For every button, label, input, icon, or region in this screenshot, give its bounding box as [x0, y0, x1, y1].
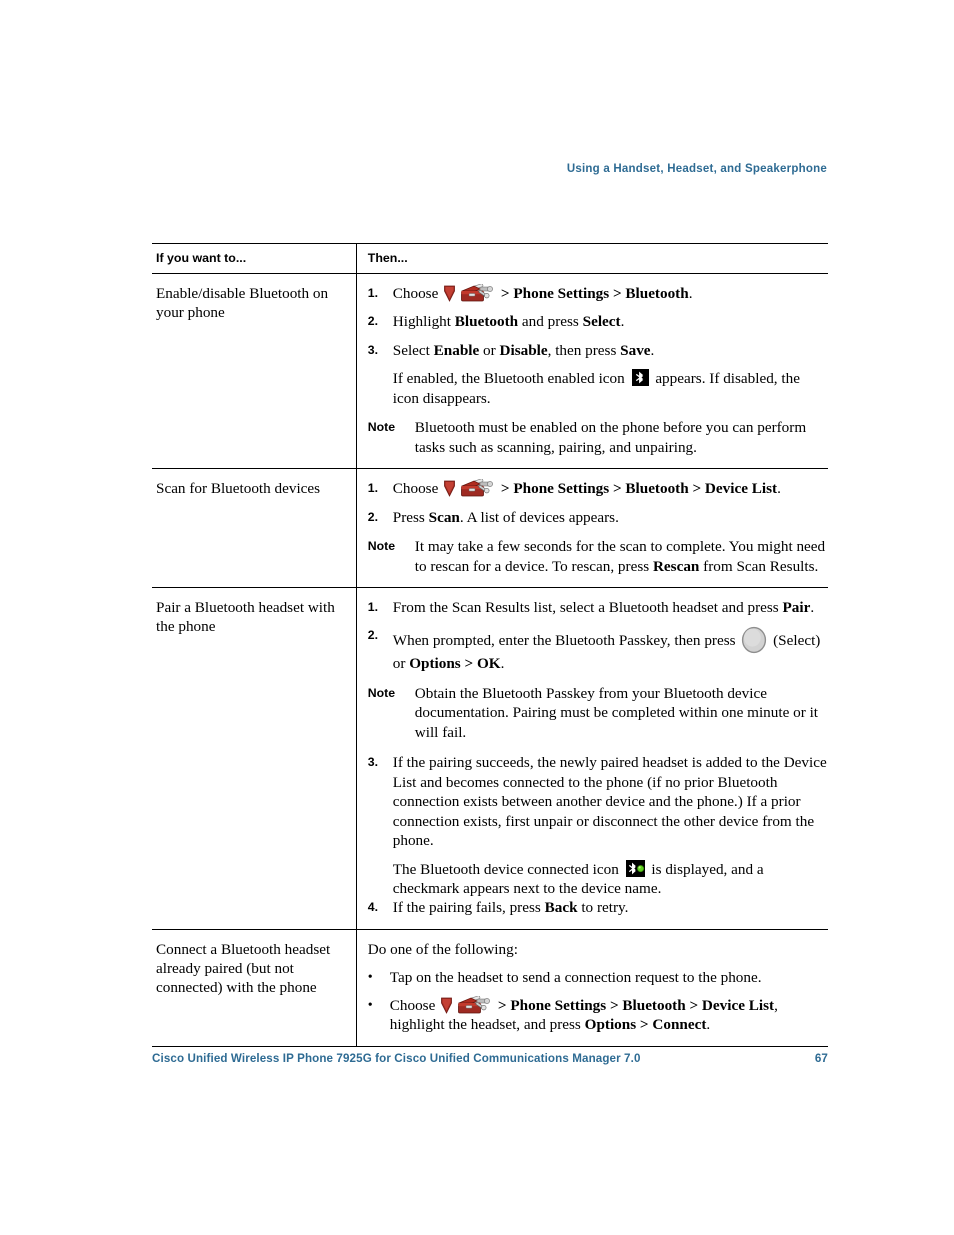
step-list: 1. Choose > Phone Settings > Bluetooth. 2.… — [367, 283, 828, 360]
settings-toolbox-icon — [457, 995, 491, 1015]
bullet-marker-icon: • — [367, 997, 373, 1013]
column-header-then: Then... — [355, 243, 828, 274]
table-row: Connect a Bluetooth headset already pair… — [152, 929, 828, 1047]
step-number: 3. — [367, 755, 379, 770]
emphasis-text: > Phone Settings > Bluetooth > Device Li… — [494, 996, 775, 1014]
footer-title: Cisco Unified Wireless IP Phone 7925G fo… — [152, 1052, 641, 1065]
emphasis-text: > Phone Settings > Bluetooth > Device Li… — [497, 480, 778, 498]
note-text: Bluetooth must be enabled on the phone b… — [414, 419, 807, 456]
step-list-continued: 3. If the pairing succeeds, the newly pai… — [368, 753, 828, 918]
running-head: Using a Handset, Headset, and Speakerpho… — [566, 163, 827, 175]
step-item: 3. If the pairing succeeds, the newly pai… — [368, 753, 828, 850]
procedure-table: If you want to... Then... Enable/disable… — [152, 243, 828, 1047]
bluetooth-enabled-icon — [631, 369, 649, 387]
step-text: If the pairing succeeds, the newly paire… — [392, 754, 827, 850]
step-text: Highlight Bluetooth and press Select. — [392, 313, 625, 331]
table-row: Enable/disable Bluetooth on your phone 1… — [152, 273, 828, 470]
task-cell: Pair a Bluetooth headset with the phone — [152, 587, 357, 930]
bluetooth-connected-icon — [625, 859, 645, 877]
note-label: Note — [367, 685, 396, 700]
continuation-paragraph: If enabled, the Bluetooth enabled icon a… — [392, 369, 800, 407]
step-item: 2. Highlight Bluetooth and press Select. — [368, 312, 828, 331]
step-item: 1. Choose > Phone Settings > Bluetooth. — [367, 283, 828, 303]
task-label: Scan for Bluetooth devices — [156, 480, 321, 498]
settings-toolbox-icon — [460, 478, 494, 498]
emphasis-text: Options > OK — [409, 655, 501, 673]
note-block: Note Obtain the Bluetooth Passkey from y… — [368, 684, 828, 742]
emphasis-text: Rescan — [652, 557, 700, 575]
procedure-cell: 1. From the Scan Results list, select a B… — [355, 587, 828, 930]
emphasis-text: Options > Connect — [584, 1016, 707, 1034]
step-number: 2. — [367, 509, 379, 524]
bullet-marker-icon: • — [367, 970, 373, 986]
table-row: Pair a Bluetooth headset with the phone … — [152, 587, 828, 930]
task-label: Enable/disable Bluetooth on your phone — [156, 285, 329, 322]
step-item: 2. Press Scan. A list of devices appears. — [368, 508, 828, 527]
select-key-icon — [741, 626, 767, 654]
step-list: 1. From the Scan Results list, select a B… — [368, 598, 828, 674]
step-text: Press Scan. A list of devices appears. — [392, 508, 619, 526]
lead-in-text: Do one of the following: — [367, 940, 518, 958]
note-text: It may take a few seconds for the scan t… — [414, 538, 826, 575]
step-text: Choose > Phone Settings > Bluetooth > De… — [392, 478, 781, 498]
step-text: Select Enable or Disable, then press Sav… — [392, 341, 655, 359]
step-text: When prompted, enter the Bluetooth Passk… — [393, 626, 828, 673]
settings-toolbox-icon — [460, 283, 494, 303]
bullet-text: Choose > Phone Settings > Bluetooth > De… — [389, 995, 778, 1034]
step-number: 3. — [367, 342, 379, 357]
step-item: 1. From the Scan Results list, select a B… — [368, 598, 828, 617]
step-text: Choose > Phone Settings > Bluetooth. — [392, 283, 693, 303]
emphasis-text: Select — [582, 313, 621, 331]
task-cell: Enable/disable Bluetooth on your phone — [152, 273, 357, 470]
step-list: 1. Choose > Phone Settings > Bluetooth > … — [367, 478, 828, 527]
task-label: Pair a Bluetooth headset with the phone — [156, 598, 335, 636]
procedure-cell: 1. Choose > Phone Settings > Bluetooth > … — [355, 468, 828, 588]
emphasis-text: > Phone Settings > Bluetooth — [497, 285, 689, 302]
footer-page-number: 67 — [814, 1052, 828, 1065]
bullet-item: • Tap on the headset to send a connection… — [368, 968, 828, 987]
note-text: Obtain the Bluetooth Passkey from your B… — [414, 684, 819, 741]
nav-arrow-icon — [444, 285, 456, 302]
emphasis-text: Scan — [428, 508, 460, 526]
nav-arrow-icon — [444, 480, 456, 498]
page-footer: Cisco Unified Wireless IP Phone 7925G fo… — [152, 1052, 828, 1065]
step-sub-paragraph: The Bluetooth device connected icon is d… — [392, 859, 764, 897]
emphasis-text: Save — [620, 341, 651, 359]
task-cell: Scan for Bluetooth devices — [152, 468, 357, 588]
procedure-cell: Do one of the following: • Tap on the hea… — [355, 929, 828, 1047]
step-number: 2. — [367, 314, 379, 329]
task-cell: Connect a Bluetooth headset already pair… — [152, 929, 357, 1047]
step-text: If the pairing fails, press Back to retr… — [392, 899, 629, 917]
step-number: 1. — [367, 481, 379, 496]
step-number: 1. — [367, 286, 379, 300]
bullet-list: • Tap on the headset to send a connection… — [368, 968, 828, 1034]
step-number: 1. — [367, 599, 379, 614]
bullet-item: • Choose > Phone Settings > Bluetooth > D… — [367, 995, 828, 1035]
step-text: From the Scan Results list, select a Blu… — [392, 598, 815, 616]
step-item: 3. Select Enable or Disable, then press S… — [368, 341, 828, 360]
emphasis-text: Bluetooth — [454, 313, 519, 331]
note-label: Note — [367, 420, 396, 435]
emphasis-text: Disable — [499, 341, 548, 359]
nav-arrow-icon — [441, 997, 453, 1014]
column-header-if-you-want-to: If you want to... — [152, 243, 357, 274]
step-number: 4. — [367, 900, 379, 915]
emphasis-text: Enable — [433, 341, 480, 359]
emphasis-text: Pair — [782, 598, 811, 616]
task-label: Connect a Bluetooth headset already pair… — [156, 940, 331, 997]
note-block: Note It may take a few seconds for the s… — [368, 537, 828, 576]
step-item: 4. If the pairing fails, press Back to re… — [368, 898, 828, 917]
table-header-row: If you want to... Then... — [152, 243, 828, 274]
note-label: Note — [367, 539, 396, 554]
note-block: Note Bluetooth must be enabled on the ph… — [368, 418, 828, 457]
bullet-text: Tap on the headset to send a connection … — [389, 969, 762, 987]
step-item: 2. When prompted, enter the Bluetooth Pas… — [368, 626, 828, 673]
procedure-cell: 1. Choose > Phone Settings > Bluetooth. 2.… — [355, 273, 828, 470]
step-item: 1. Choose > Phone Settings > Bluetooth > … — [367, 478, 828, 498]
emphasis-text: Back — [544, 899, 578, 917]
table-row: Scan for Bluetooth devices 1. Choose > Ph… — [152, 468, 828, 588]
step-number: 2. — [367, 628, 379, 643]
